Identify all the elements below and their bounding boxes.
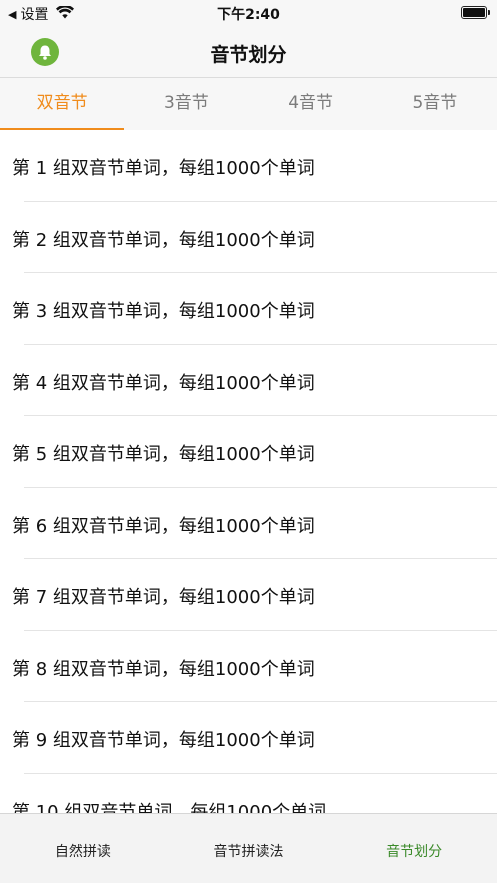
tab-three-syllable[interactable]: 3音节 xyxy=(124,78,248,130)
list-item[interactable]: 第 4 组双音节单词，每组1000个单词 xyxy=(0,345,497,417)
list-item-label: 第 6 组双音节单词，每组1000个单词 xyxy=(12,515,315,537)
list-item[interactable]: 第 10 组双音节单词，每组1000个单词 xyxy=(0,774,497,814)
list-item[interactable]: 第 6 组双音节单词，每组1000个单词 xyxy=(0,488,497,560)
tab-two-syllable[interactable]: 双音节 xyxy=(0,78,125,130)
syllable-tabs: 双音节 3音节 4音节 5音节 xyxy=(0,78,497,130)
list-item[interactable]: 第 7 组双音节单词，每组1000个单词 xyxy=(0,559,497,631)
list-item[interactable]: 第 3 组双音节单词，每组1000个单词 xyxy=(0,273,497,345)
list-item[interactable]: 第 1 组双音节单词，每组1000个单词 xyxy=(0,130,497,202)
word-group-list: 第 1 组双音节单词，每组1000个单词 第 2 组双音节单词，每组1000个单… xyxy=(0,130,497,813)
list-item[interactable]: 第 8 组双音节单词，每组1000个单词 xyxy=(0,631,497,703)
page-title: 音节划分 xyxy=(210,44,287,66)
battery-icon xyxy=(461,6,490,19)
list-item-label: 第 3 组双音节单词，每组1000个单词 xyxy=(12,301,315,322)
list-item-label: 第 2 组双音节单词，每组1000个单词 xyxy=(12,229,315,251)
list-item[interactable]: 第 5 组双音节单词，每组1000个单词 xyxy=(0,416,497,488)
nav-bar: 音节划分 xyxy=(0,26,497,78)
list-item-label: 第 4 组双音节单词，每组1000个单词 xyxy=(12,372,315,394)
tabbar-item-phonics[interactable]: 自然拼读 xyxy=(0,814,166,883)
list-item-label: 第 5 组双音节单词，每组1000个单词 xyxy=(12,444,315,465)
tab-five-syllable[interactable]: 5音节 xyxy=(373,78,497,130)
list-item-label: 第 7 组双音节单词，每组1000个单词 xyxy=(12,587,315,608)
list-item-label: 第 9 组双音节单词，每组1000个单词 xyxy=(12,730,315,751)
list-item[interactable]: 第 9 组双音节单词，每组1000个单词 xyxy=(0,702,497,774)
status-bar: ◀ 设置 下午2:40 xyxy=(0,0,497,26)
tab-four-syllable[interactable]: 4音节 xyxy=(249,78,373,130)
list-item-label: 第 8 组双音节单词，每组1000个单词 xyxy=(12,658,315,680)
tabbar-item-syllable-reading[interactable]: 音节拼读法 xyxy=(166,814,332,883)
list-item-label: 第 1 组双音节单词，每组1000个单词 xyxy=(12,158,315,179)
list-item[interactable]: 第 2 组双音节单词，每组1000个单词 xyxy=(0,202,497,274)
list-item-label: 第 10 组双音节单词，每组1000个单词 xyxy=(12,801,327,814)
status-time: 下午2:40 xyxy=(217,7,280,23)
bottom-tab-bar: 自然拼读 音节拼读法 音节划分 xyxy=(0,813,497,883)
tabbar-item-syllable-division[interactable]: 音节划分 xyxy=(331,814,497,883)
